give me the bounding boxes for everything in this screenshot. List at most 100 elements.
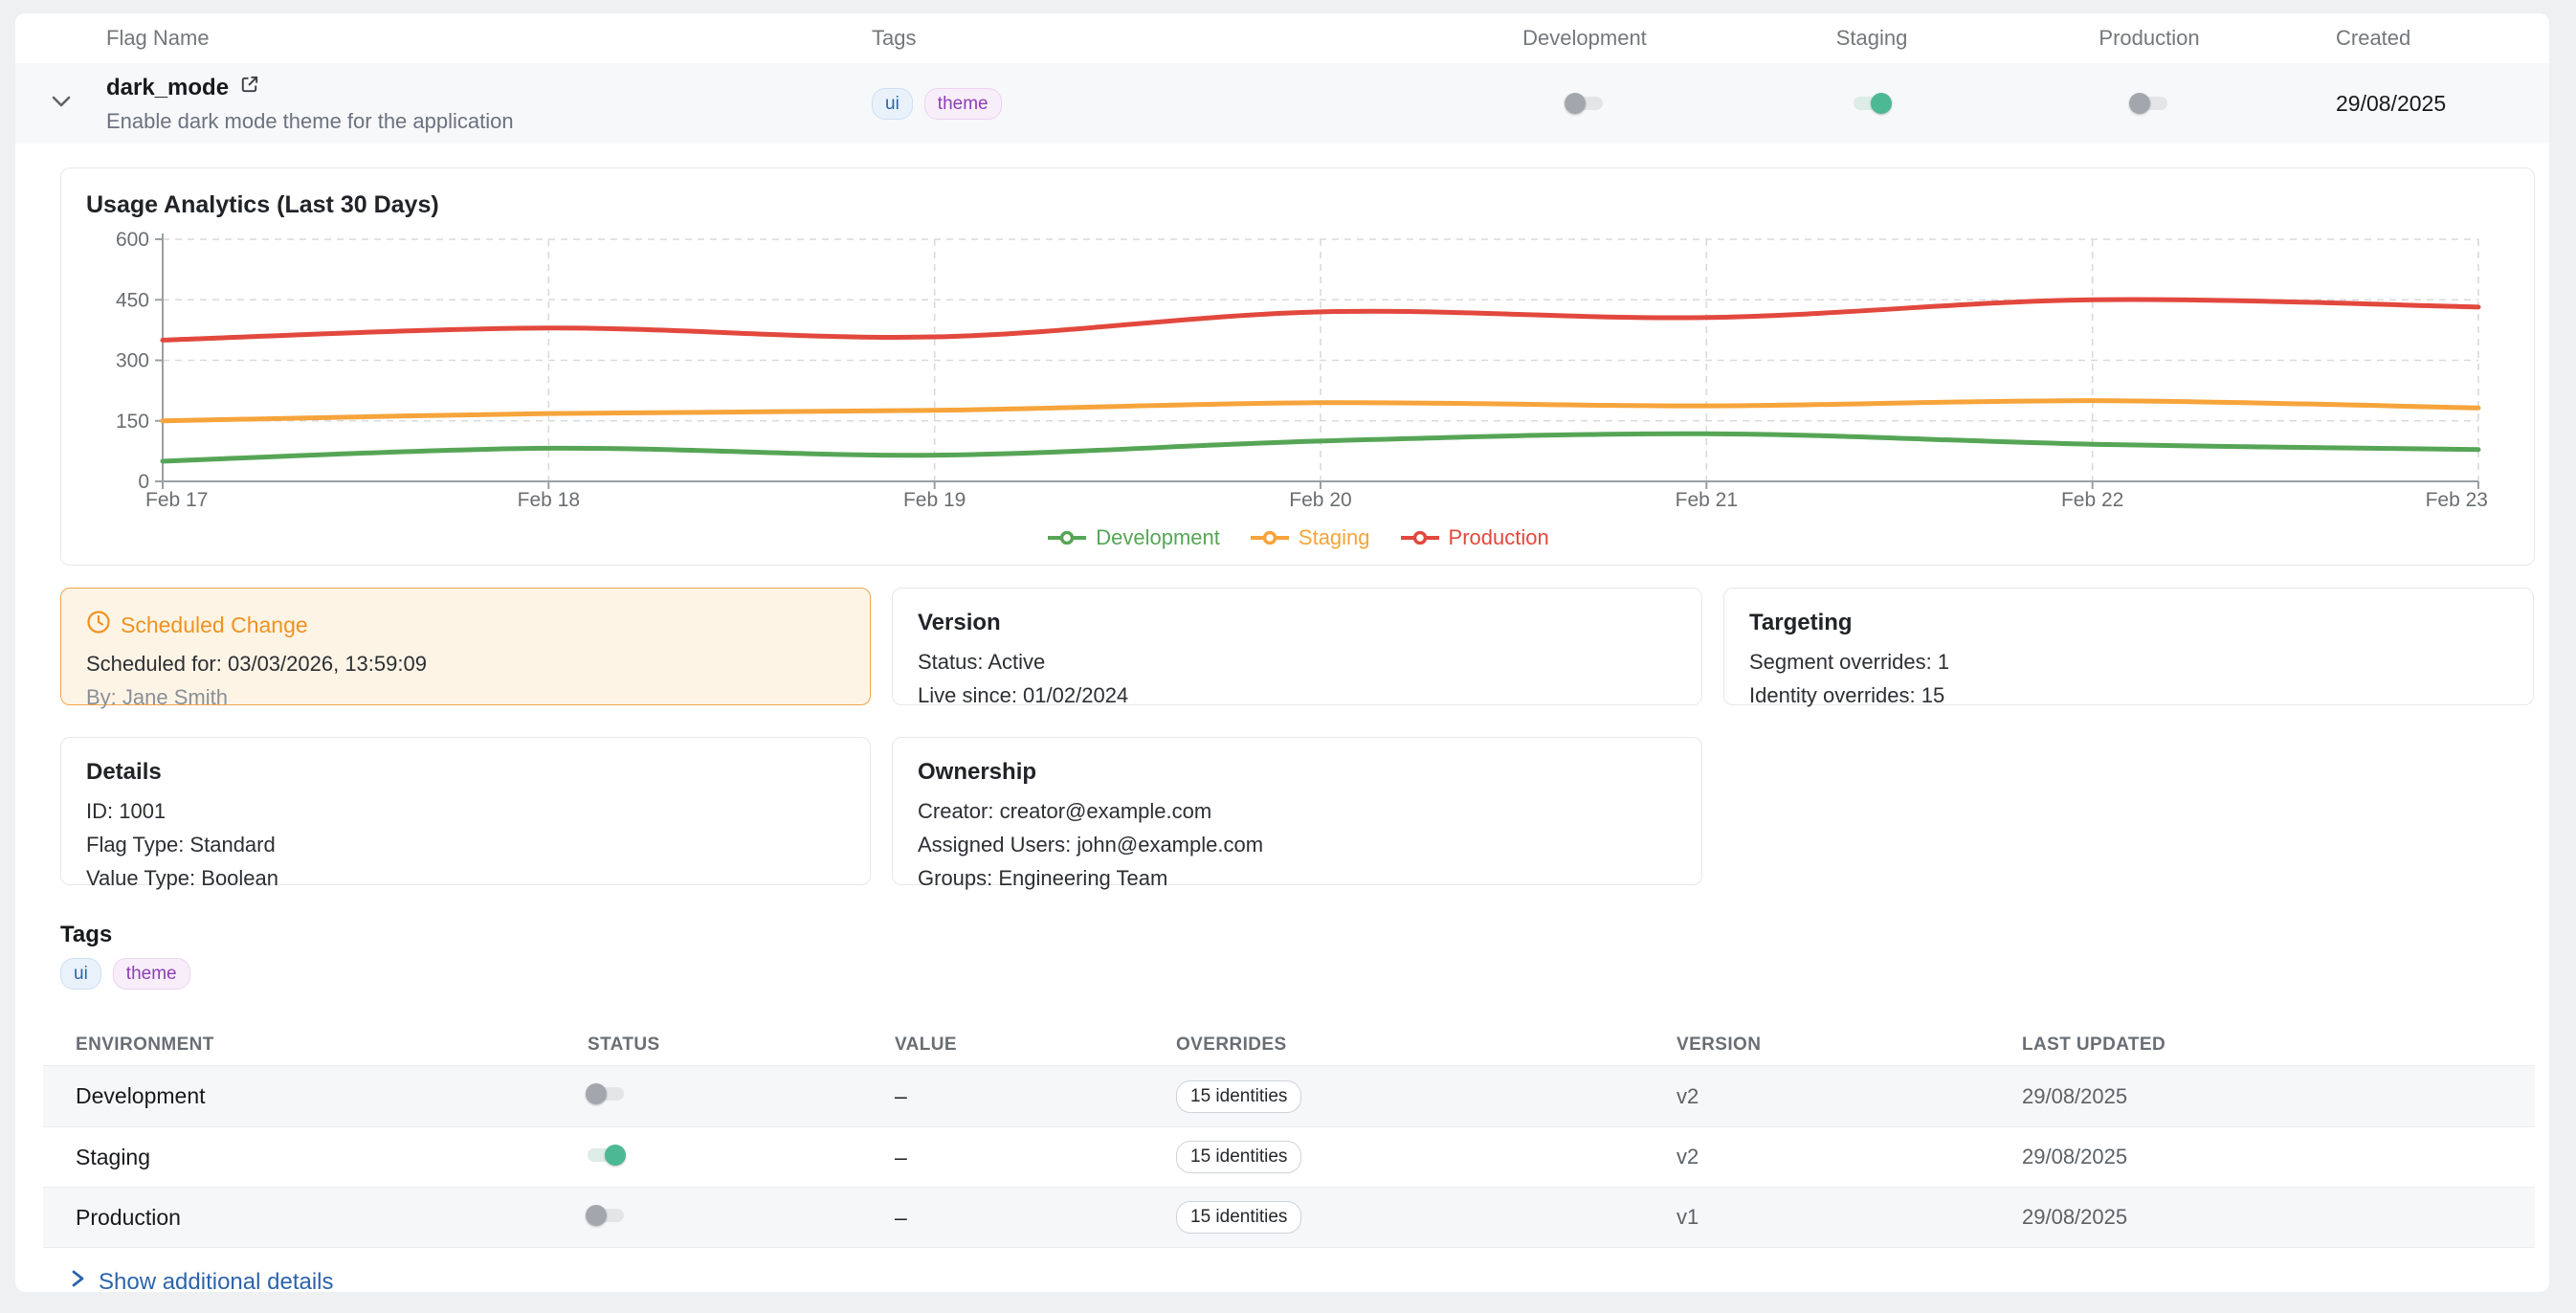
show-additional-details-label: Show additional details [99,1269,334,1296]
details-card-title: Details [86,759,845,786]
ytick-label: 600 [116,229,149,251]
scheduled-for-text: Scheduled for: 03/03/2026, 13:59:09 [86,652,845,677]
feature-flag-panel: Flag Name Tags Development Staging Produ… [15,13,2549,1292]
tag-pill-theme[interactable]: theme [113,958,190,990]
legend-item-staging[interactable]: Staging [1249,525,1370,550]
env-last-updated: 29/08/2025 [1989,1205,2535,1230]
version-card-title: Version [918,610,1677,636]
xtick-label: Feb 23 [2426,489,2488,511]
usage-analytics-chart: 0150300450600Feb 17Feb 18Feb 19Feb 20Feb… [86,227,2511,523]
environment-table-header: ENVIRONMENTSTATUSVALUEOVERRIDESVERSIONLA… [43,1024,2535,1066]
card-line: Groups: Engineering Team [918,866,1677,891]
env-name: Production [43,1205,555,1231]
xtick-label: Feb 17 [145,489,208,511]
env-col-header-status: STATUS [555,1035,862,1056]
card-line: Identity overrides: 15 [1749,683,2508,708]
env-last-updated: 29/08/2025 [1989,1084,2535,1109]
flag-row-dark-mode[interactable]: dark_mode Enable dark mode theme for the… [15,63,2549,144]
tag-pill-theme[interactable]: theme [924,88,1002,120]
card-line: Flag Type: Standard [86,833,845,857]
legend-label: Production [1449,525,1549,550]
xtick-label: Feb 18 [518,489,580,511]
overrides-badge[interactable]: 15 identities [1176,1201,1301,1234]
env-status-toggle-development[interactable] [588,1087,624,1101]
xtick-label: Feb 20 [1289,489,1351,511]
card-line: Status: Active [918,650,1677,675]
ownership-card-lines: Creator: creator@example.comAssigned Use… [918,799,1677,891]
card-line: Segment overrides: 1 [1749,650,2508,675]
details-card-lines: ID: 1001 Flag Type: Standard Value Type: B… [86,799,845,891]
version-card: Version Status: Active Live since: 01/02/… [892,588,1702,705]
flag-list-header: Flag Name Tags Development Staging Produ… [15,13,2549,63]
card-line: Creator: creator@example.com [918,799,1677,824]
ytick-label: 150 [116,411,149,433]
tag-pill-ui[interactable]: ui [60,958,101,990]
legend-item-development[interactable]: Development [1046,525,1220,550]
col-header-created: Created [2283,26,2549,51]
col-header-production: Production [2015,26,2283,51]
ytick-label: 300 [116,350,149,372]
col-header-staging: Staging [1728,26,2015,51]
targeting-card-lines: Segment overrides: 1 Identity overrides: … [1749,650,2508,708]
overrides-badge[interactable]: 15 identities [1176,1141,1301,1173]
col-header-tags: Tags [872,26,1441,51]
legend-marker [1046,531,1088,545]
flag-name: dark_mode [106,75,229,101]
col-header-flag-name: Flag Name [106,26,872,51]
env-value: – [862,1205,1144,1231]
ownership-card-title: Ownership [918,759,1677,786]
env-col-header-overrides: OVERRIDES [1144,1035,1644,1056]
card-line: Live since: 01/02/2024 [918,683,1677,708]
legend-item-production[interactable]: Production [1399,525,1549,550]
summary-cards-row: Scheduled Change Scheduled for: 03/03/20… [60,588,2535,705]
tag-pill-ui[interactable]: ui [872,88,913,120]
env-value: – [862,1083,1144,1109]
flag-row-tags: uitheme [872,88,1441,120]
xtick-label: Feb 19 [903,489,966,511]
env-col-header-environment: ENVIRONMENT [43,1035,555,1056]
clock-icon [86,610,111,640]
toggle-production[interactable] [2131,97,2167,110]
overrides-badge[interactable]: 15 identities [1176,1080,1301,1113]
env-col-header-version: VERSION [1644,1035,1989,1056]
tags-heading: Tags [60,922,2535,948]
usage-analytics-card: Usage Analytics (Last 30 Days) 015030045… [60,167,2535,566]
version-card-lines: Status: Active Live since: 01/02/2024 [918,650,1677,708]
chart-legend: Development Staging Production [86,525,2509,550]
legend-marker [1249,531,1291,545]
env-col-header-value: VALUE [862,1035,1144,1056]
flag-description: Enable dark mode theme for the applicati… [106,109,872,134]
details-card: Details ID: 1001Flag Type: StandardValue… [60,737,871,885]
targeting-card-title: Targeting [1749,610,2508,636]
env-value: – [862,1145,1144,1170]
env-status-toggle-production[interactable] [588,1209,624,1222]
ytick-label: 450 [116,289,149,311]
env-table-row-staging: Staging – 15 identities v229/08/2025 [43,1126,2535,1187]
env-name: Staging [43,1145,555,1170]
flag-detail-panel: Usage Analytics (Last 30 Days) 015030045… [15,144,2549,1297]
scheduled-by-text: By: Jane Smith [86,685,845,710]
env-status-toggle-staging[interactable] [588,1148,624,1162]
chart-title: Usage Analytics (Last 30 Days) [86,191,2509,219]
env-table-row-production: Production – 15 identities v129/08/2025 [43,1187,2535,1247]
show-additional-details-link[interactable]: Show additional details [70,1267,334,1297]
flag-created-date: 29/08/2025 [2283,91,2549,117]
toggle-development[interactable] [1566,97,1603,110]
info-cards-row: Details ID: 1001Flag Type: StandardValue… [60,737,2535,885]
env-name: Development [43,1083,555,1109]
card-line: ID: 1001 [86,799,845,824]
env-last-updated: 29/08/2025 [1989,1145,2535,1169]
toggle-staging[interactable] [1854,97,1890,110]
tags-section-pills: uitheme [60,958,2535,990]
legend-label: Development [1096,525,1220,550]
external-link-icon[interactable] [238,74,260,102]
env-version: v2 [1644,1084,1989,1109]
card-line: Value Type: Boolean [86,866,845,891]
tags-section: Tags uitheme [60,922,2535,990]
chevron-down-icon[interactable] [47,87,76,121]
scheduled-change-card: Scheduled Change Scheduled for: 03/03/20… [60,588,871,705]
xtick-label: Feb 22 [2061,489,2123,511]
env-version: v1 [1644,1205,1989,1230]
env-version: v2 [1644,1145,1989,1169]
env-col-header-last-updated: LAST UPDATED [1989,1035,2535,1056]
